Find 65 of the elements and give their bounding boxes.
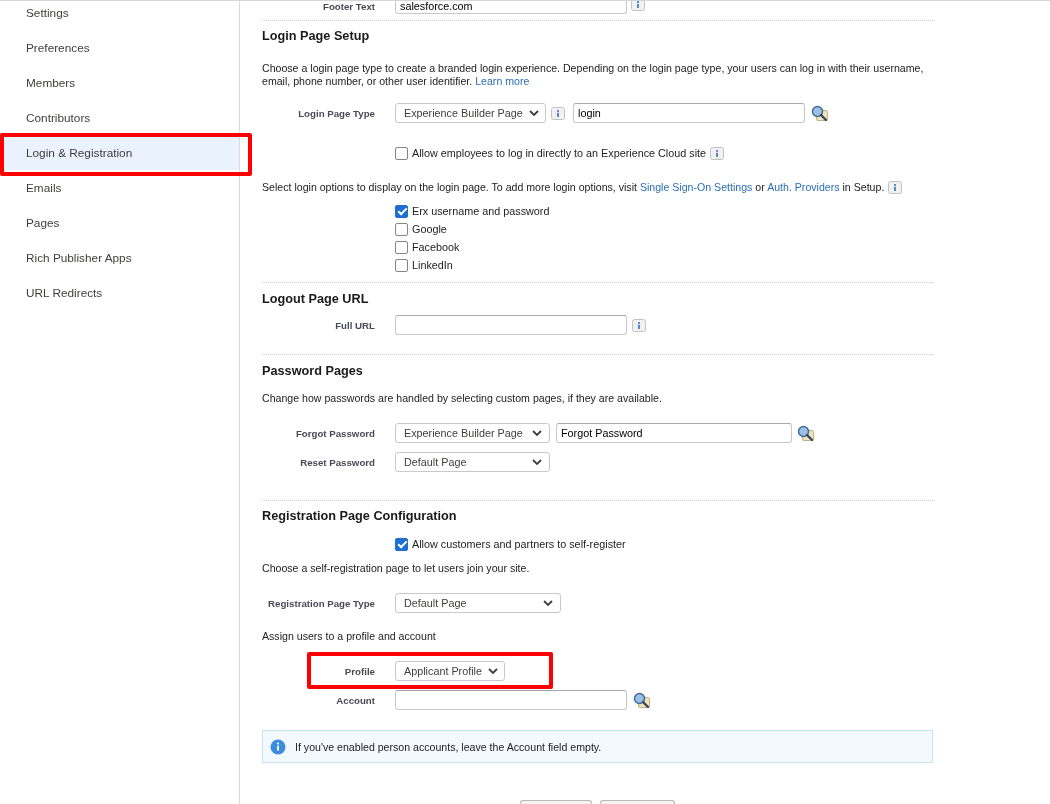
sidebar-item[interactable]: URL Redirects bbox=[0, 275, 239, 310]
settings-link[interactable]: Auth. Providers bbox=[767, 181, 840, 193]
field-label: Registration Page Type bbox=[267, 597, 375, 609]
sidebar-item[interactable]: Settings bbox=[0, 1, 239, 30]
dropdown[interactable]: Experience Builder Page bbox=[395, 103, 546, 123]
text-field[interactable]: login bbox=[573, 103, 805, 123]
info-message: If you've enabled person accounts, leave the Account field empty. bbox=[295, 740, 602, 753]
sidebar-item[interactable]: Pages bbox=[0, 205, 239, 240]
checkbox[interactable] bbox=[395, 204, 408, 218]
search-icon[interactable] bbox=[811, 105, 828, 121]
info-icon bbox=[710, 146, 725, 160]
field-label: Profile bbox=[343, 665, 375, 677]
field-label: Account bbox=[335, 694, 375, 706]
text-field[interactable]: Forgot Password bbox=[556, 423, 792, 443]
sidebar-item[interactable]: Preferences bbox=[0, 30, 239, 65]
settings-link[interactable]: Single Sign-On Settings bbox=[639, 181, 753, 193]
info-icon bbox=[270, 738, 286, 755]
checkbox[interactable] bbox=[395, 537, 408, 551]
checkbox[interactable] bbox=[395, 146, 408, 160]
text-field[interactable]: salesforce.com bbox=[395, 1, 627, 14]
description-text: Change how passwords are handled by selecting custom pages, if they are available. bbox=[262, 392, 663, 405]
sidebar-item[interactable]: Contributors bbox=[0, 100, 239, 135]
chevron-icon bbox=[528, 110, 539, 116]
section-heading: Registration Page Configuration bbox=[262, 508, 458, 524]
search-icon[interactable] bbox=[797, 425, 814, 441]
field-label: Login Page Type bbox=[297, 107, 375, 119]
description-text: Choose a login page type to create a branded login experience. Depending on the login page type, your users can log in with their username, email, phone number, or other user identifier. Learn more bbox=[262, 62, 925, 88]
sidebar-item[interactable]: Members bbox=[0, 65, 239, 100]
field-label: Footer Text bbox=[321, 1, 375, 12]
section-heading: Password Pages bbox=[262, 363, 364, 379]
description-text: Choose a self-registration page to let users join your site. bbox=[262, 562, 531, 575]
checkbox[interactable] bbox=[395, 222, 408, 236]
sidebar-item[interactable]: Rich Publisher Apps bbox=[0, 240, 239, 275]
learn-more-link[interactable]: Learn more bbox=[475, 75, 530, 87]
dropdown[interactable]: Experience Builder Page bbox=[395, 423, 550, 443]
field-label: Full URL bbox=[334, 319, 375, 331]
info-icon bbox=[632, 318, 646, 332]
chevron-icon bbox=[543, 600, 553, 606]
field-label: Reset Password bbox=[299, 456, 375, 468]
description-text: Assign users to a profile and account bbox=[262, 630, 437, 643]
checkbox[interactable] bbox=[395, 240, 408, 254]
text-field[interactable] bbox=[395, 315, 627, 335]
chevron-icon bbox=[532, 430, 542, 436]
checkbox-label: Facebook bbox=[412, 241, 460, 253]
checkbox-label: Google bbox=[412, 223, 447, 235]
search-icon[interactable] bbox=[633, 692, 650, 708]
text-field[interactable] bbox=[395, 690, 627, 710]
checkbox-label: LinkedIn bbox=[412, 259, 453, 271]
checkbox[interactable] bbox=[395, 258, 408, 272]
sidebar-item[interactable]: Emails bbox=[0, 170, 239, 205]
section-heading: Login Page Setup bbox=[262, 28, 371, 44]
dropdown[interactable]: Default Page bbox=[395, 452, 550, 472]
chevron-icon bbox=[532, 459, 542, 465]
dropdown[interactable]: Default Page bbox=[395, 593, 561, 613]
instruction-text: Select login options to display on the login page. To add more login options, visit Single Sign-On Settings or Auth. Providers in Setup. bbox=[262, 181, 885, 194]
checkbox-label: Erx username and password bbox=[412, 205, 550, 217]
dropdown[interactable]: Applicant Profile bbox=[395, 661, 505, 681]
chevron-icon bbox=[488, 668, 499, 674]
section-heading: Logout Page URL bbox=[262, 291, 370, 307]
field-label: Forgot Password bbox=[294, 427, 375, 439]
info-icon bbox=[631, 1, 645, 12]
info-icon bbox=[551, 106, 565, 120]
checkbox-label: Allow employees to log in directly to an Experience Cloud site bbox=[412, 147, 707, 159]
checkbox-label: Allow customers and partners to self-register bbox=[412, 538, 626, 550]
info-icon bbox=[888, 181, 903, 194]
